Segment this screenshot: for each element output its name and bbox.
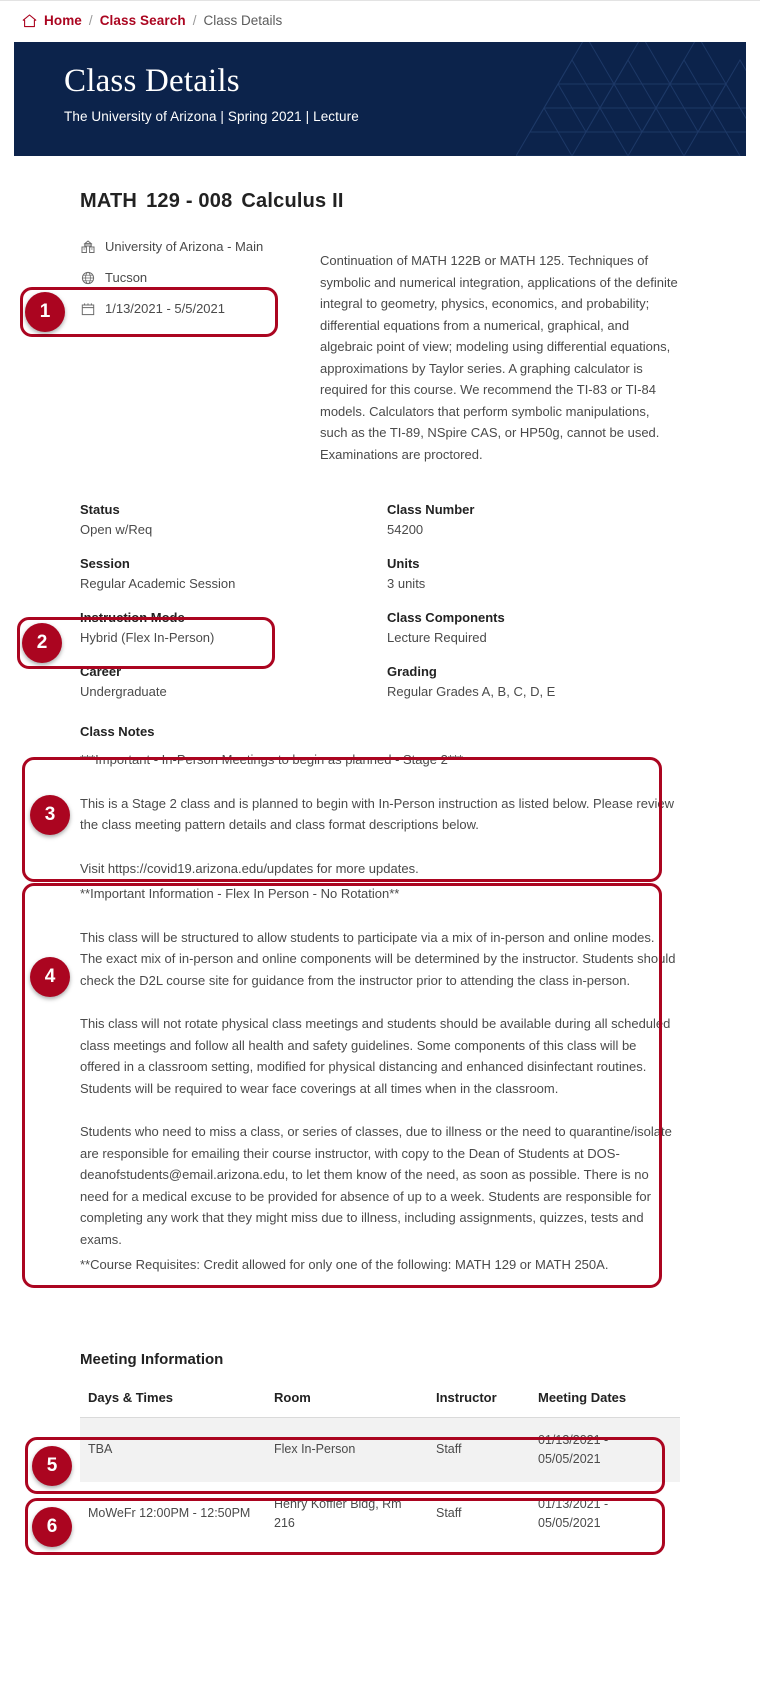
field-row: Instruction Mode Hybrid (Flex In-Person)…: [80, 610, 680, 664]
field-instruction-mode: Instruction Mode Hybrid (Flex In-Person): [80, 610, 380, 664]
course-heading: MATH 129 - 008 Calculus II: [80, 190, 680, 213]
annotation-badge-5: 5: [32, 1446, 72, 1486]
table-row: MoWeFr 12:00PM - 12:50PM Henry Koffler B…: [80, 1482, 680, 1546]
column-header-days-times: Days & Times: [80, 1389, 266, 1418]
course-description: Continuation of MATH 122B or MATH 125. T…: [320, 253, 678, 462]
annotation-badge-1: 1: [25, 292, 65, 332]
field-label: Class Components: [387, 610, 505, 625]
field-value: Regular Academic Session: [80, 576, 236, 591]
field-grading: Grading Regular Grades A, B, C, D, E: [380, 664, 680, 718]
cell-room: Henry Koffler Bldg, Rm 216: [274, 1496, 402, 1530]
table-row: TBA Flex In-Person Staff 01/13/2021 - 05…: [80, 1417, 680, 1482]
field-class-components: Class Components Lecture Required: [380, 610, 680, 664]
calendar-icon: [80, 301, 96, 316]
field-value: Regular Grades A, B, C, D, E: [387, 684, 556, 699]
field-label: Status: [80, 502, 120, 517]
field-row: Career Undergraduate Grading Regular Gra…: [80, 664, 680, 718]
meeting-information-section: Meeting Information Days & Times Room In…: [80, 1351, 680, 1546]
field-label: Instruction Mode: [80, 610, 185, 625]
meta-item-label: Tucson: [105, 270, 148, 285]
annotation-badge-3: 3: [30, 795, 70, 835]
class-details-page: Home / Class Search / Class Details Clas…: [0, 0, 760, 1555]
cell-room: Flex In-Person: [266, 1417, 428, 1482]
class-notes-stage-header: ***Important - In-Person Meetings to beg…: [80, 752, 464, 767]
field-value: 54200: [387, 522, 424, 537]
page-subtitle: The University of Arizona | Spring 2021 …: [64, 109, 359, 125]
class-notes-flex-paragraph-2: This class will not rotate physical clas…: [80, 1016, 671, 1096]
campus-icon: [80, 239, 96, 254]
class-notes-flex-paragraph-3: Students who need to miss a class, or se…: [80, 1124, 672, 1247]
breadcrumb-link-home[interactable]: Home: [44, 13, 82, 28]
field-label: Class Number: [387, 502, 475, 517]
globe-icon: [80, 270, 96, 285]
annotation-badge-6: 6: [32, 1507, 72, 1547]
course-description-column: Continuation of MATH 122B or MATH 125. T…: [312, 237, 680, 478]
field-status: Status Open w/Req: [80, 502, 380, 556]
field-value: 3 units: [387, 576, 426, 591]
cell-instructor: Staff: [436, 1506, 462, 1520]
field-value: Open w/Req: [80, 522, 153, 537]
field-label: Session: [80, 556, 130, 571]
course-meta-list: University of Arizona - Main Tucson 1/13…: [80, 237, 312, 478]
annotation-badge-4: 4: [30, 957, 70, 997]
page-title: Class Details: [64, 63, 240, 99]
breadcrumb-current-class-details: Class Details: [203, 13, 283, 28]
class-detail-fields: Status Open w/Req Class Number 54200 Ses…: [80, 502, 680, 718]
breadcrumb: Home / Class Search / Class Details: [0, 0, 760, 38]
home-icon: [22, 13, 37, 28]
field-row: Session Regular Academic Session Units 3…: [80, 556, 680, 610]
meta-item-location: Tucson: [80, 270, 312, 288]
field-label: Units: [387, 556, 420, 571]
meta-item-campus: University of Arizona - Main: [80, 239, 312, 257]
column-header-meeting-dates: Meeting Dates: [530, 1389, 680, 1418]
field-row: Status Open w/Req Class Number 54200: [80, 502, 680, 556]
field-value: Hybrid (Flex In-Person): [80, 630, 215, 645]
class-notes-heading: Class Notes: [80, 724, 155, 739]
field-career: Career Undergraduate: [80, 664, 380, 718]
course-overview: University of Arizona - Main Tucson 1/13…: [80, 237, 680, 478]
course-number: 129 - 008: [146, 190, 233, 212]
cell-days-times: TBA: [80, 1417, 266, 1482]
field-value: Lecture Required: [387, 630, 487, 645]
class-notes-flex-paragraph-1: This class will be structured to allow s…: [80, 929, 676, 988]
cell-meeting-dates: 01/13/2021 - 05/05/2021: [538, 1496, 609, 1530]
course-name: Calculus II: [241, 190, 344, 212]
meeting-information-table: Days & Times Room Instructor Meeting Dat…: [80, 1389, 680, 1546]
class-notes-visit-link-line: Visit https://covid19.arizona.edu/update…: [80, 860, 419, 876]
field-label: Career: [80, 664, 122, 679]
meta-item-dates: 1/13/2021 - 5/5/2021: [80, 301, 312, 319]
field-value: Undergraduate: [80, 684, 167, 699]
class-notes-section: Class Notes ***Important - In-Person Mee…: [80, 724, 680, 1276]
breadcrumb-link-class-search[interactable]: Class Search: [100, 13, 186, 28]
class-notes-flex-header: **Important Information - Flex In Person…: [80, 886, 400, 901]
column-header-room: Room: [266, 1389, 428, 1418]
course-subject: MATH: [80, 190, 138, 212]
main-content: MATH 129 - 008 Calculus II University of…: [0, 190, 760, 1546]
cell-meeting-dates: 01/13/2021 - 05/05/2021: [530, 1417, 680, 1482]
annotation-badge-2: 2: [22, 623, 62, 663]
page-hero-banner: Class Details The University of Arizona …: [14, 42, 746, 156]
table-header-row: Days & Times Room Instructor Meeting Dat…: [80, 1389, 680, 1418]
class-notes-stage-paragraph: This is a Stage 2 class and is planned t…: [80, 795, 674, 833]
breadcrumb-separator: /: [88, 13, 93, 28]
column-header-instructor: Instructor: [428, 1389, 530, 1418]
field-session: Session Regular Academic Session: [80, 556, 380, 610]
meta-item-label: 1/13/2021 - 5/5/2021: [105, 301, 225, 316]
field-class-number: Class Number 54200: [380, 502, 680, 556]
class-notes-course-requisites: **Course Requisites: Credit allowed for …: [80, 1257, 609, 1272]
field-units: Units 3 units: [380, 556, 680, 610]
breadcrumb-separator: /: [192, 13, 197, 28]
cell-instructor: Staff: [428, 1417, 530, 1482]
field-label: Grading: [387, 664, 437, 679]
meta-item-label: University of Arizona - Main: [105, 239, 264, 254]
cell-days-times: MoWeFr 12:00PM - 12:50PM: [88, 1506, 251, 1520]
meeting-information-heading: Meeting Information: [80, 1350, 224, 1368]
